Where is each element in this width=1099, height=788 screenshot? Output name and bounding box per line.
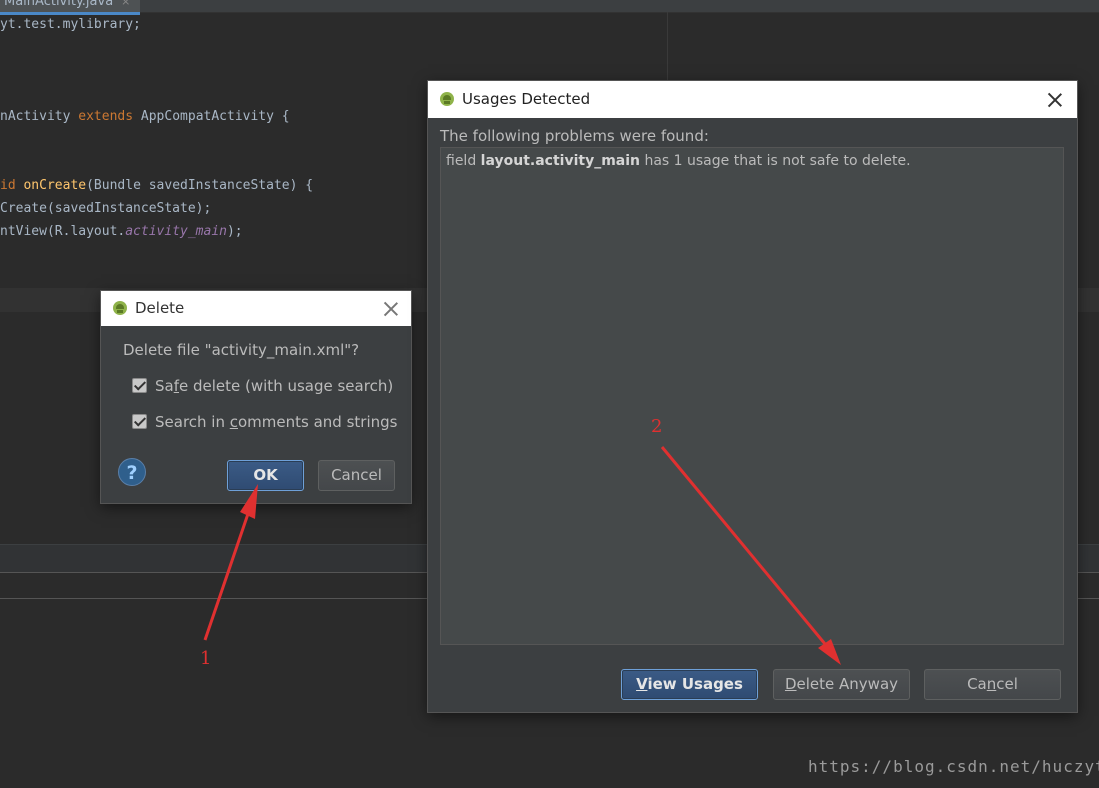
annotation-label-1: 1 (200, 648, 212, 669)
annotation-label-2: 2 (651, 416, 663, 437)
arrow-2-shaft (660, 446, 832, 651)
annotation-arrows (203, 446, 841, 665)
arrow-1-shaft (203, 504, 253, 641)
arrow-1-head (240, 484, 258, 519)
watermark: https://blog.csdn.net/huczyt (808, 757, 1099, 776)
arrow-2-head (818, 639, 841, 665)
